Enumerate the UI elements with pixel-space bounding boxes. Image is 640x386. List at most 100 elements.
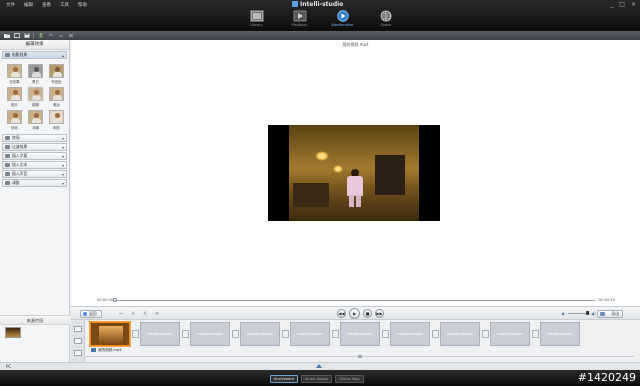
zoom-out-icon[interactable]: [74, 338, 82, 344]
clip-placeholder-label: Intelli-studio: [347, 332, 373, 336]
transition-slot[interactable]: [332, 330, 339, 338]
zoom-in-icon[interactable]: [74, 326, 82, 332]
effect-item[interactable]: 明亮: [48, 110, 65, 130]
menu-help[interactable]: 帮助: [78, 2, 87, 8]
fast-forward-button[interactable]: ▶▶: [375, 309, 384, 318]
rotate-button[interactable]: ⟲: [153, 310, 161, 318]
effect-thumbnail: [49, 110, 64, 124]
clip-placeholder-label: Intelli-studio: [297, 332, 323, 336]
transition-slot[interactable]: [282, 330, 289, 338]
tab-smart-album[interactable]: Smart Album: [300, 375, 333, 383]
transition-slot[interactable]: [232, 330, 239, 338]
timeline-clip-placeholder[interactable]: Intelli-studio: [540, 322, 580, 346]
section-label: 转场: [12, 135, 20, 140]
timeline-clip-placeholder[interactable]: Intelli-studio: [390, 322, 430, 346]
effect-item[interactable]: 无效果: [6, 64, 23, 84]
effect-item[interactable]: 黑白: [27, 64, 44, 84]
transition-slot[interactable]: [382, 330, 389, 338]
timeline-clip-placeholder[interactable]: Intelli-studio: [340, 322, 380, 346]
transition-slot[interactable]: [132, 330, 139, 338]
video-preview: 我的视频.mp4 00:00:00 00:00:15: [71, 40, 640, 306]
timeline-clip-placeholder[interactable]: Intelli-studio: [440, 322, 480, 346]
volume-slider[interactable]: ◀ ◀): [561, 311, 596, 316]
fit-icon[interactable]: [74, 350, 82, 356]
sofa: [293, 183, 329, 207]
mode-playback[interactable]: Playback: [283, 10, 316, 30]
close-button[interactable]: ×: [631, 2, 636, 8]
section-insert-caption[interactable]: 插入字幕 ▾: [2, 152, 67, 160]
effect-item[interactable]: 暗淡: [48, 87, 65, 107]
menu-tools[interactable]: 工具: [60, 2, 69, 8]
redo-button[interactable]: [57, 33, 64, 39]
menu-edit[interactable]: 编辑: [24, 2, 33, 8]
transition-slot[interactable]: [482, 330, 489, 338]
transition-slot[interactable]: [432, 330, 439, 338]
rewind-button[interactable]: ◀◀: [337, 309, 346, 318]
effect-item[interactable]: 胶片: [6, 87, 23, 107]
text-icon: [5, 163, 10, 167]
effect-item[interactable]: 锐化: [6, 110, 23, 130]
section-transition-effects[interactable]: 过渡效果 ▾: [2, 143, 67, 151]
lamp-light: [315, 151, 329, 161]
undo-button[interactable]: [47, 33, 54, 39]
scroll-thumb[interactable]: [358, 355, 362, 358]
film-icon: [5, 53, 10, 57]
section-adjust[interactable]: 调整 ▾: [2, 179, 67, 187]
effect-item[interactable]: 怀旧色: [48, 64, 65, 84]
pc-label: PC: [6, 364, 12, 369]
timeline-clip-placeholder[interactable]: Intelli-studio: [290, 322, 330, 346]
effect-item[interactable]: 模糊: [27, 87, 44, 107]
export-video-button[interactable]: 导出: [597, 310, 623, 318]
section-insert-text[interactable]: 插入文本 ▾: [2, 161, 67, 169]
save-button[interactable]: [23, 33, 30, 39]
transition-slot[interactable]: [182, 330, 189, 338]
chevron-down-icon: ▾: [61, 180, 64, 186]
menu-file[interactable]: 文件: [6, 2, 15, 8]
timeline-clip-placeholder[interactable]: Intelli-studio: [190, 322, 230, 346]
transition-slot[interactable]: [532, 330, 539, 338]
tab-global-map[interactable]: Global Map: [335, 375, 364, 383]
person-body: [347, 176, 363, 196]
effect-label: 无效果: [9, 80, 20, 84]
open-folder-button[interactable]: [3, 33, 10, 39]
timeline-clip-placeholder[interactable]: Intelli-studio: [240, 322, 280, 346]
audio-icon: [5, 172, 10, 176]
delete-button[interactable]: [67, 33, 74, 39]
volume-handle[interactable]: [585, 311, 589, 315]
timeline-scrollbar[interactable]: [86, 355, 634, 358]
seek-bar[interactable]: 00:00:00 00:00:15: [97, 298, 621, 303]
mode-share[interactable]: Share: [369, 10, 402, 30]
export-button[interactable]: [37, 33, 44, 39]
mode-moviemaker[interactable]: Moviemaker: [326, 10, 359, 30]
section-transition[interactable]: 转场 ▾: [2, 134, 67, 142]
back-button[interactable]: 返回: [80, 310, 102, 318]
section-movie-effects[interactable]: 电影效果 ▴: [2, 51, 67, 59]
section-insert-audio[interactable]: 插入声音 ▾: [2, 170, 67, 178]
source-clip-thumbnail[interactable]: [5, 327, 21, 338]
stop-button[interactable]: ■: [363, 309, 372, 318]
tab-storyboard[interactable]: Storyboard: [270, 375, 298, 383]
text-button[interactable]: A: [129, 310, 137, 318]
clip-filename: 我的视频.mp4: [91, 348, 122, 353]
mode-library[interactable]: Library: [240, 10, 273, 30]
timeline-clip-active[interactable]: [90, 322, 130, 346]
effect-label: 黑白: [32, 80, 39, 84]
export-icon: [38, 33, 43, 38]
seek-track[interactable]: [115, 300, 595, 301]
import-button[interactable]: [13, 33, 20, 39]
clip-placeholder-label: Intelli-studio: [147, 332, 173, 336]
menu-view[interactable]: 查看: [42, 2, 51, 8]
seek-handle[interactable]: [113, 298, 117, 302]
collapse-arrow-icon[interactable]: [316, 364, 322, 368]
caption-button[interactable]: A: [141, 310, 149, 318]
play-button[interactable]: ▶: [349, 308, 360, 319]
effect-item[interactable]: 浮雕: [27, 110, 44, 130]
maximize-button[interactable]: □: [619, 2, 625, 8]
timeline-clip-placeholder[interactable]: Intelli-studio: [490, 322, 530, 346]
timeline-clip-placeholder[interactable]: Intelli-studio: [140, 322, 180, 346]
video-frame[interactable]: [268, 125, 440, 221]
clip-placeholder-label: Intelli-studio: [547, 332, 573, 336]
minimize-button[interactable]: _: [610, 2, 613, 8]
split-button[interactable]: ✂: [117, 310, 125, 318]
clip-placeholder-label: Intelli-studio: [447, 332, 473, 336]
